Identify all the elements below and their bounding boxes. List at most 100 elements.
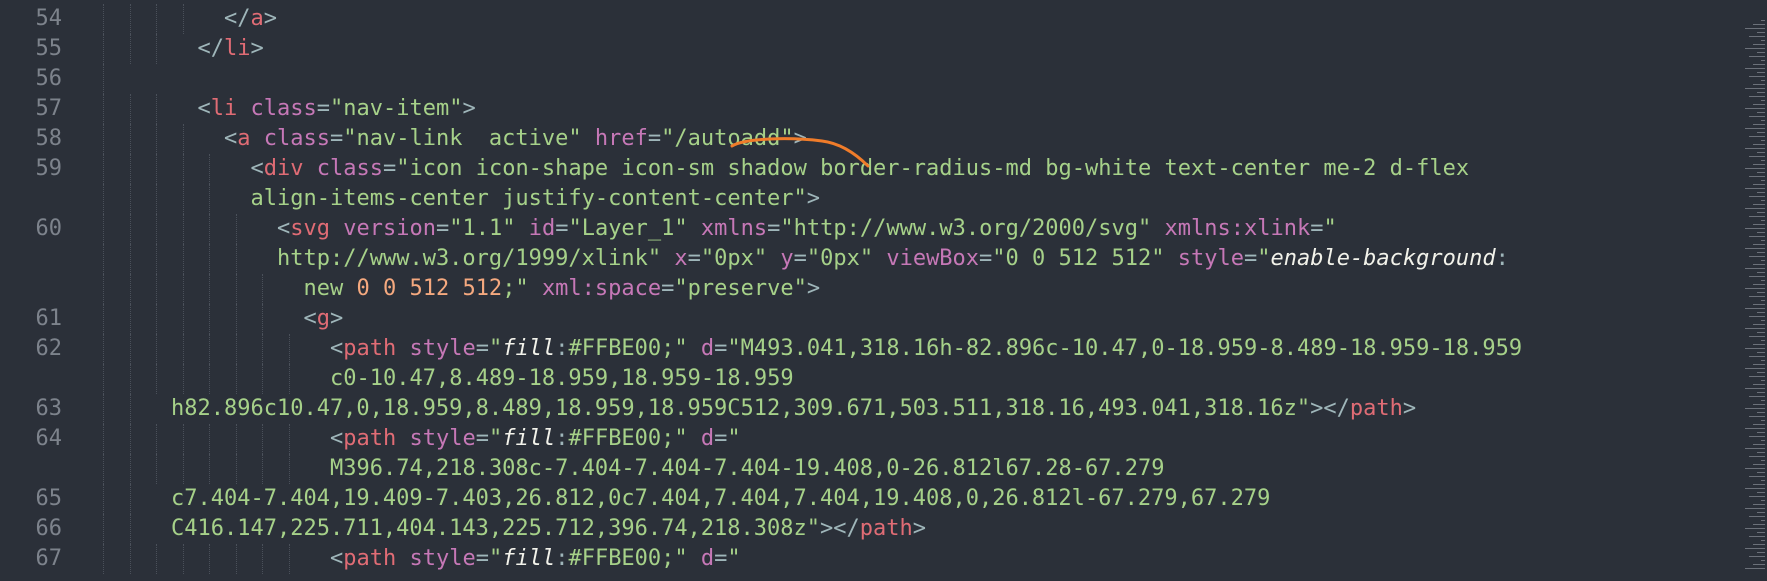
token-attr: d (700, 426, 715, 451)
code-line[interactable]: http://www.w3.org/1999/xlink" x="0px" y=… (0, 244, 1767, 274)
token-str: #FFBE00;" (568, 426, 688, 451)
indent-guide (235, 334, 237, 364)
code-line[interactable]: 65 c7.404-7.404,19.409-7.403,26.812,0c7.4… (0, 484, 1767, 514)
code-line[interactable]: M396.74,218.308c-7.404-7.404-7.404-19.40… (0, 454, 1767, 484)
minimap-line (1745, 148, 1765, 149)
indent-guide (103, 274, 104, 304)
indent-guide (103, 64, 104, 94)
minimap-line (1745, 428, 1765, 429)
token-punc: = (329, 126, 344, 151)
code-line[interactable]: 60 <svg version="1.1" id="Layer_1" xmlns=… (0, 214, 1767, 244)
code-line[interactable]: new 0 0 512 512;" xml:space="preserve"> (0, 274, 1767, 304)
code-line[interactable]: 56 (0, 64, 1767, 94)
indent-guide (182, 364, 184, 394)
line-number: 59 (35, 156, 63, 181)
indent-guide (235, 454, 237, 484)
minimap-line (1749, 336, 1765, 337)
line-number: 63 (35, 396, 63, 421)
minimap-line (1745, 48, 1765, 49)
token-str: "M493.041,318.16h-82.896c-10.47,0-18.959… (727, 336, 1523, 361)
token-punc: = (793, 246, 807, 271)
token-punc: = (555, 216, 569, 241)
minimap-line (1749, 176, 1765, 177)
minimap-line (1749, 476, 1765, 477)
minimap-line (1757, 192, 1765, 193)
minimap-line (1761, 240, 1765, 241)
indent-guide (209, 364, 210, 394)
code-line[interactable]: 67 <path style="fill:#FFBE00;" d=" (0, 544, 1767, 574)
minimap-line (1745, 68, 1765, 69)
minimap-line (1745, 88, 1765, 89)
minimap-line (1753, 244, 1765, 245)
minimap-line (1757, 352, 1765, 353)
indent-guide (209, 184, 210, 214)
code-text: C416.147,225.711,404.143,225.712,396.74,… (171, 514, 926, 544)
code-text: c0-10.47,8.489-18.959,18.959-18.959 (330, 364, 794, 394)
minimap-line (1757, 332, 1765, 333)
minimap-line (1749, 256, 1765, 257)
code-line[interactable]: 57 <li class="nav-item"> (0, 94, 1767, 124)
minimap-line (1757, 172, 1765, 173)
token-str: "Layer_1" (568, 216, 688, 241)
indent-guide (129, 514, 131, 544)
token-attr: y (780, 246, 794, 271)
code-line[interactable]: 64 <path style="fill:#FFBE00;" d=" (0, 424, 1767, 454)
code-line[interactable]: 55 </li> (0, 34, 1767, 64)
minimap-line (1761, 140, 1765, 141)
indent-guide (182, 184, 184, 214)
minimap-line (1745, 268, 1765, 269)
token-attr: id (528, 216, 556, 241)
indent-guide (262, 274, 263, 304)
minimap-line (1753, 284, 1765, 285)
indent-guide (129, 394, 131, 424)
indent-guide (209, 424, 210, 454)
token-punc: = (647, 126, 662, 151)
indent-guide (103, 514, 104, 544)
token-attr: class (316, 156, 383, 181)
token-punc: > (912, 516, 926, 541)
code-line[interactable]: 54 </a> (0, 4, 1767, 34)
token-tag: div (263, 156, 304, 181)
minimap-line (1761, 500, 1765, 501)
minimap-line (1745, 468, 1765, 469)
indent-guide (129, 244, 131, 274)
indent-guide (262, 304, 263, 334)
indent-guide (129, 214, 131, 244)
minimap-line (1757, 232, 1765, 233)
code-editor[interactable]: 54 </a> 55 </li> 56 57 <li class="nav-item"> 58… (0, 0, 1767, 581)
code-line[interactable]: 59 <div class="icon icon-shape icon-sm sh… (0, 154, 1767, 184)
code-line[interactable]: 61 <g> (0, 304, 1767, 334)
code-line[interactable]: 66 C416.147,225.711,404.143,225.712,396.7… (0, 514, 1767, 544)
minimap-line (1745, 388, 1765, 389)
line-number: 55 (35, 36, 63, 61)
minimap-line (1757, 132, 1765, 133)
token-punc: = (714, 336, 728, 361)
indent-guide (129, 274, 131, 304)
minimap-line (1753, 104, 1765, 105)
indent-guide (156, 4, 157, 34)
token-str: "preserve" (674, 276, 807, 301)
code-line[interactable]: 62 <path style="fill:#FFBE00;" d="M493.04… (0, 334, 1767, 364)
minimap[interactable] (1737, 0, 1767, 581)
indent-guide (209, 244, 210, 274)
code-text: new 0 0 512 512;" xml:space="preserve"> (304, 274, 821, 304)
indent-guide (182, 4, 184, 34)
code-line[interactable]: align-items-center justify-content-cente… (0, 184, 1767, 214)
token-punc: < (197, 96, 211, 121)
token-str: c0-10.47,8.489-18.959,18.959-18.959 (330, 366, 794, 391)
token-punc: = (475, 426, 489, 451)
minimap-line (1761, 280, 1765, 281)
minimap-line (1745, 128, 1765, 129)
code-line[interactable]: 63 h82.896c10.47,0,18.959,8.489,18.959,18… (0, 394, 1767, 424)
indent-guide (129, 424, 131, 454)
code-line[interactable]: 58 <a class="nav-link active" href="/auto… (0, 124, 1767, 154)
code-line[interactable]: c0-10.47,8.489-18.959,18.959-18.959 (0, 364, 1767, 394)
minimap-line (1749, 216, 1765, 217)
indent-guide (103, 484, 104, 514)
minimap-line (1745, 188, 1765, 189)
indent-guide (235, 424, 237, 454)
